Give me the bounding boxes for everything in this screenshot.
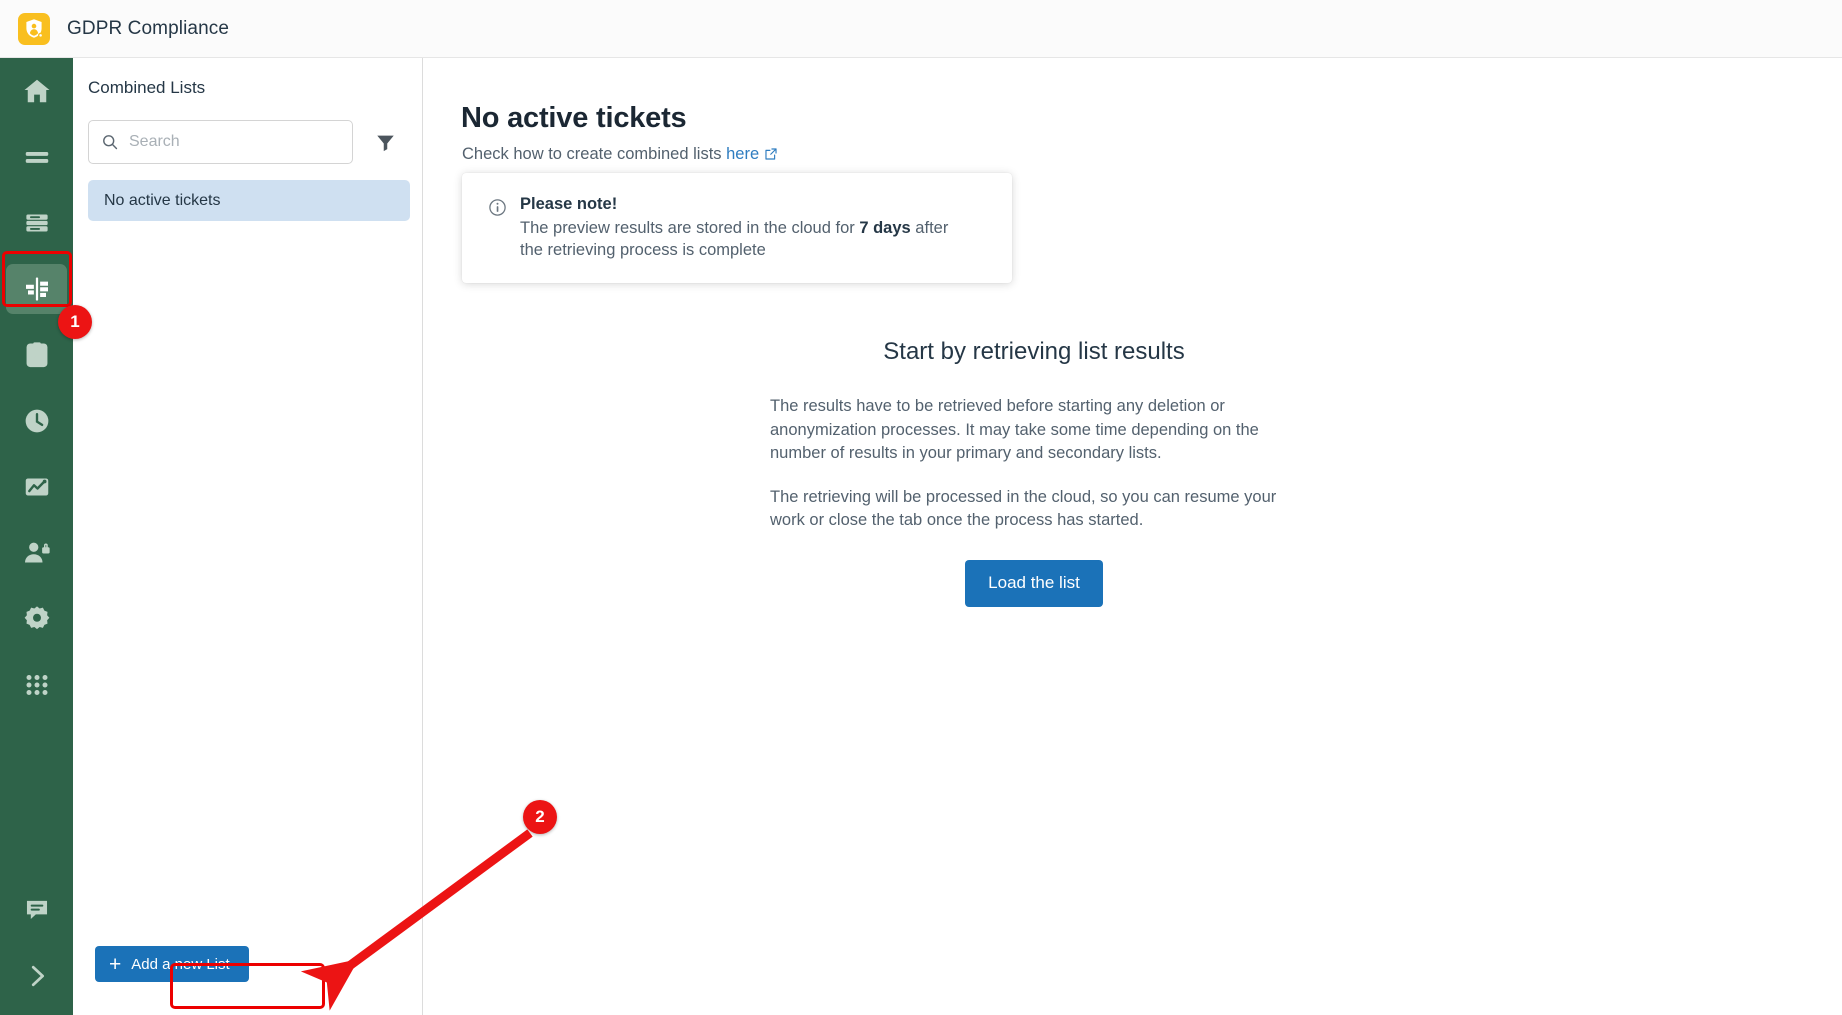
search-row: [88, 120, 410, 164]
sidebar-item-permissions[interactable]: [0, 520, 73, 586]
hero-paragraph-2: The retrieving will be processed in the …: [770, 487, 1277, 530]
add-a-new-list-label: Add a new List: [131, 955, 230, 973]
app-window: GDPR Compliance Combined Lists Search No…: [0, 0, 1842, 1015]
hero-paragraph-1: The results have to be retrieved before …: [770, 397, 1259, 463]
page-subtitle: Check how to create combined lists here: [462, 145, 778, 164]
hero-title: Start by retrieving list results: [883, 338, 1185, 365]
note-text-before: The preview results are stored in the cl…: [520, 219, 860, 237]
filter-funnel-icon[interactable]: [363, 120, 407, 164]
sidebar-active-pill: [6, 264, 67, 314]
hero-button-wrap: Load the list: [754, 559, 1314, 607]
panel-title: Combined Lists: [88, 78, 206, 97]
annotation-badge-1: 1: [58, 305, 92, 339]
sidebar-item-history[interactable]: [0, 388, 73, 454]
sidebar-bottom-group: [0, 877, 73, 1009]
search-input[interactable]: [129, 133, 329, 151]
sidebar-item-home[interactable]: [0, 58, 73, 124]
sidebar-item-lists[interactable]: [0, 124, 73, 190]
help-link[interactable]: here: [726, 145, 759, 163]
add-a-new-list-button[interactable]: + Add a new List: [95, 946, 249, 982]
sidebar-item-data-sources[interactable]: [0, 190, 73, 256]
empty-state-hero: Start by retrieving list results The res…: [754, 338, 1314, 607]
note-text-block: Please note! The preview results are sto…: [520, 195, 970, 283]
load-the-list-button[interactable]: Load the list: [965, 559, 1103, 607]
search-icon: [103, 135, 118, 150]
external-link-icon: [765, 148, 777, 160]
shield-person-icon: [18, 12, 50, 45]
sidebar-item-apps[interactable]: [0, 652, 73, 718]
please-note-card: Please note! The preview results are sto…: [462, 173, 1012, 283]
app-title: GDPR Compliance: [67, 17, 229, 39]
list-item-label: No active tickets: [104, 191, 221, 209]
sidebar-rail: [0, 58, 73, 1015]
note-heading: Please note!: [520, 195, 618, 213]
page-subtitle-text: Check how to create combined lists: [462, 145, 727, 163]
top-bar: GDPR Compliance: [0, 0, 1842, 58]
plus-icon: +: [109, 952, 122, 976]
combined-lists-panel: Combined Lists No active tickets + Add a…: [73, 58, 423, 1015]
annotation-badge-2: 2: [523, 800, 557, 834]
search-box[interactable]: [88, 120, 353, 164]
sidebar-item-expand[interactable]: [0, 943, 73, 1009]
sidebar-item-settings[interactable]: [0, 586, 73, 652]
list-item[interactable]: No active tickets: [88, 180, 410, 221]
page-title: No active tickets: [461, 102, 687, 134]
main-content: No active tickets Check how to create co…: [424, 58, 1842, 1015]
sidebar-item-reports[interactable]: [0, 454, 73, 520]
combined-lists-icon: [25, 277, 48, 301]
note-body: The preview results are stored in the cl…: [520, 217, 970, 262]
note-highlight: 7 days: [859, 219, 911, 237]
sidebar-item-support-chat[interactable]: [0, 877, 73, 943]
info-circle-icon: [489, 199, 506, 216]
